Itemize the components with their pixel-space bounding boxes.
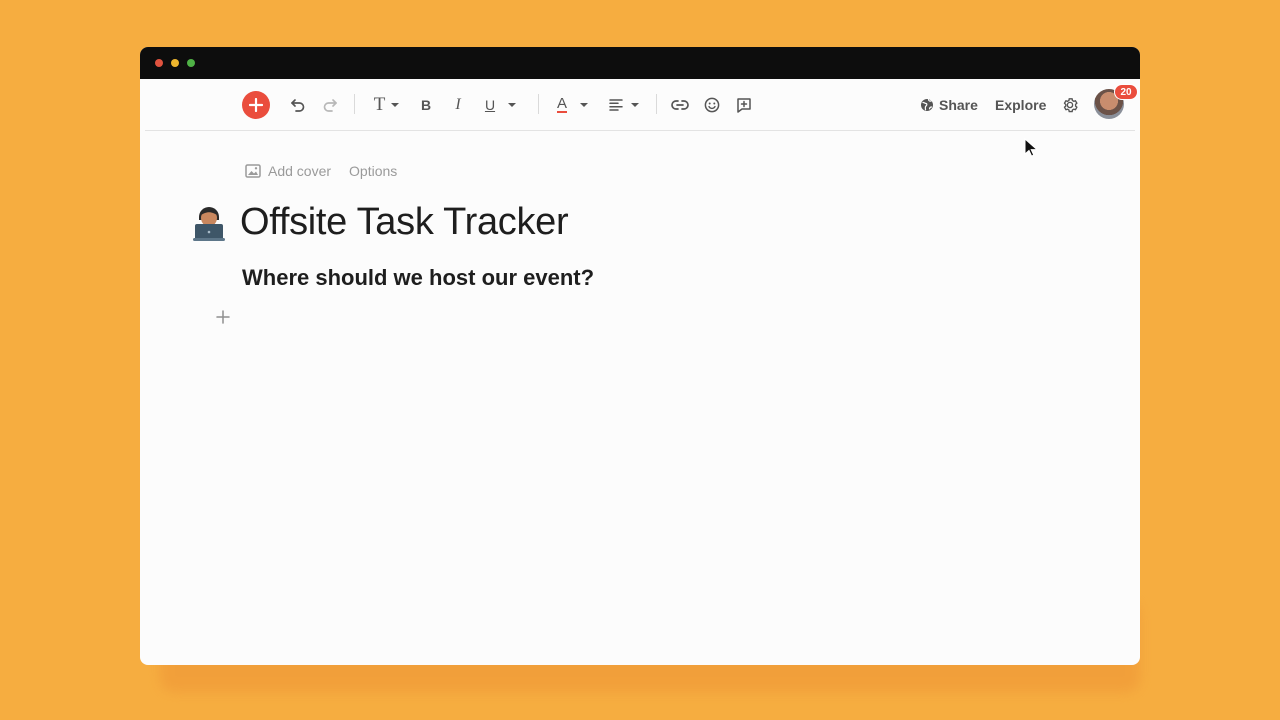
chevron-down-icon: [508, 102, 517, 107]
image-icon: [245, 164, 261, 178]
undo-icon: [291, 98, 305, 112]
globe-icon: [921, 98, 933, 111]
gear-icon: [1063, 97, 1078, 112]
emoji-button[interactable]: [702, 79, 722, 130]
share-label: Share: [939, 96, 978, 113]
notification-badge[interactable]: 20: [1114, 84, 1138, 100]
settings-button[interactable]: [1060, 79, 1080, 130]
undo-button[interactable]: [287, 79, 309, 130]
chevron-down-icon: [630, 102, 639, 107]
toolbar-separator: [656, 94, 657, 114]
explore-button[interactable]: Explore: [995, 79, 1046, 130]
bold-button[interactable]: B: [417, 79, 435, 130]
app-window: T B I U A Share Explore 20 Add cover Opt…: [140, 47, 1140, 665]
link-button[interactable]: [670, 79, 690, 130]
link-icon: [671, 99, 689, 110]
text-style-icon: T: [373, 93, 386, 115]
window-titlebar: [140, 47, 1140, 79]
page-title[interactable]: Offsite Task Tracker: [240, 201, 569, 244]
add-block-icon[interactable]: [215, 309, 231, 325]
page-options-row: Add cover Options: [245, 162, 397, 180]
plus-icon: [249, 98, 263, 112]
share-button[interactable]: Share: [920, 79, 978, 130]
add-cover-label: Add cover: [268, 163, 332, 179]
italic-icon: I: [455, 95, 461, 113]
toolbar-separator: [538, 94, 539, 114]
text-color-icon: A: [556, 94, 567, 113]
redo-icon: [323, 98, 337, 112]
insert-button[interactable]: [242, 91, 270, 119]
explore-label: Explore: [995, 96, 1047, 113]
underline-dropdown[interactable]: U: [481, 79, 521, 130]
align-icon: [608, 98, 623, 111]
text-style-dropdown[interactable]: T: [369, 79, 405, 130]
editor-toolbar: T B I U A Share Explore 20: [145, 79, 1138, 131]
text-color-dropdown[interactable]: A: [553, 79, 593, 130]
close-window-button[interactable]: [155, 59, 163, 67]
chevron-down-icon: [580, 102, 588, 107]
bold-icon: B: [420, 96, 432, 113]
comment-button[interactable]: [734, 79, 754, 130]
emoji-icon: [704, 97, 720, 112]
person-laptop-icon[interactable]: [192, 202, 226, 242]
doc-heading[interactable]: Where should we host our event?: [242, 265, 594, 291]
italic-button[interactable]: I: [449, 79, 467, 130]
toolbar-separator: [354, 94, 355, 114]
comment-icon: [737, 97, 751, 113]
redo-button[interactable]: [319, 79, 341, 130]
mouse-cursor-icon: [1024, 138, 1038, 157]
underline-icon: U: [484, 96, 496, 113]
maximize-window-button[interactable]: [187, 59, 195, 67]
chevron-down-icon: [391, 102, 400, 107]
add-cover-button[interactable]: Add cover: [245, 163, 331, 179]
title-row: Offsite Task Tracker: [192, 197, 569, 247]
align-dropdown[interactable]: [607, 79, 641, 130]
minimize-window-button[interactable]: [171, 59, 179, 67]
options-button[interactable]: Options: [349, 163, 397, 179]
